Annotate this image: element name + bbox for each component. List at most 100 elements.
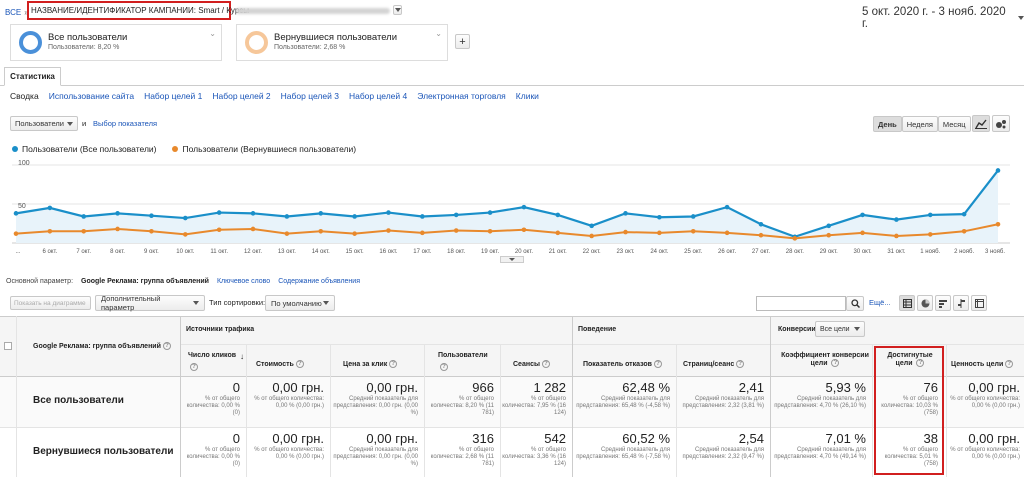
data-point[interactable] xyxy=(81,214,87,219)
help-icon[interactable]: ? xyxy=(736,360,745,368)
comparison-view-button[interactable] xyxy=(953,295,969,311)
col-header-sessions[interactable]: Сеансы? xyxy=(513,360,550,368)
data-point[interactable] xyxy=(961,229,967,234)
data-point[interactable] xyxy=(521,227,527,233)
secondary-dimension-select[interactable]: Дополнительный параметр xyxy=(95,294,205,312)
data-point[interactable] xyxy=(47,205,53,211)
data-point[interactable] xyxy=(183,232,188,237)
data-point[interactable] xyxy=(589,233,594,239)
sub-tab-summary[interactable]: Сводка xyxy=(10,91,39,101)
data-point[interactable] xyxy=(115,226,120,232)
sub-tab-site-usage[interactable]: Использование сайта xyxy=(49,91,134,101)
data-point[interactable] xyxy=(521,204,527,210)
data-point[interactable] xyxy=(453,212,459,218)
col-header-cpc[interactable]: Цена за клик? xyxy=(343,360,398,368)
row-label-returning-users[interactable]: Вернувшиеся пользователи xyxy=(33,446,174,457)
help-icon[interactable]: ? xyxy=(295,360,304,368)
col-header-goal-value[interactable]: Ценность цели? xyxy=(951,360,1014,368)
data-point[interactable] xyxy=(487,229,493,234)
data-point[interactable] xyxy=(250,226,256,232)
data-point[interactable] xyxy=(420,214,425,219)
pivot-view-button[interactable] xyxy=(971,295,987,311)
help-icon[interactable]: ? xyxy=(440,363,448,371)
data-point[interactable] xyxy=(826,232,831,238)
data-point[interactable] xyxy=(623,229,628,235)
data-point[interactable] xyxy=(690,229,696,234)
data-point[interactable] xyxy=(589,223,594,229)
data-point[interactable] xyxy=(555,212,561,218)
col-header-bounce-rate[interactable]: Показатель отказов? xyxy=(583,360,662,368)
sub-tab-clicks[interactable]: Клики xyxy=(516,91,539,101)
more-link[interactable]: Ещё... xyxy=(869,298,891,307)
search-button[interactable] xyxy=(846,296,864,311)
line-chart-toggle[interactable] xyxy=(972,115,990,132)
help-icon[interactable]: ? xyxy=(1005,360,1014,368)
data-point[interactable] xyxy=(386,228,391,233)
data-point[interactable] xyxy=(420,230,425,236)
data-point[interactable] xyxy=(894,217,899,222)
help-icon[interactable]: ? xyxy=(541,360,550,368)
data-point[interactable] xyxy=(961,211,967,217)
segment-card-returning-users[interactable]: Вернувшиеся пользователи Пользователи: 2… xyxy=(236,24,448,61)
col-header-cost[interactable]: Стоимость? xyxy=(256,360,304,368)
chart-resize-handle[interactable] xyxy=(500,256,524,263)
data-point[interactable] xyxy=(758,232,764,238)
col-header-conversion-rate[interactable]: Коэффициент конверсии цели ? xyxy=(780,352,870,367)
data-point[interactable] xyxy=(250,211,256,216)
motion-chart-toggle[interactable] xyxy=(992,115,1010,132)
data-point[interactable] xyxy=(724,230,730,236)
sub-tab-ecommerce[interactable]: Электронная торговля xyxy=(417,91,506,101)
data-point[interactable] xyxy=(690,214,696,219)
dimension-header[interactable]: Google Реклама: группа объявлений? xyxy=(33,342,171,350)
data-point[interactable] xyxy=(284,214,290,219)
sub-tab-goals-2[interactable]: Набор целей 2 xyxy=(212,91,270,101)
help-icon[interactable]: ? xyxy=(190,363,198,371)
sub-tab-goals-3[interactable]: Набор целей 3 xyxy=(281,91,339,101)
add-segment-button[interactable]: + xyxy=(455,34,470,49)
sort-type-select[interactable]: По умолчанию xyxy=(265,295,335,311)
granularity-day-button[interactable]: День xyxy=(873,116,902,132)
help-icon[interactable]: ? xyxy=(162,342,171,350)
data-point[interactable] xyxy=(657,230,662,236)
data-point[interactable] xyxy=(623,211,628,216)
select-all-checkbox[interactable] xyxy=(4,342,12,350)
data-point[interactable] xyxy=(318,229,324,234)
col-header-pages-per-session[interactable]: Страниц/сеанс? xyxy=(683,360,745,368)
sub-tab-goals-1[interactable]: Набор целей 1 xyxy=(144,91,202,101)
date-range-picker[interactable]: 5 окт. 2020 г. - 3 нояб. 2020 г. xyxy=(862,6,1024,30)
help-icon[interactable]: ? xyxy=(389,360,398,368)
data-point[interactable] xyxy=(995,168,1001,173)
dimension-keyword-link[interactable]: Ключевое слово xyxy=(217,278,270,285)
data-point[interactable] xyxy=(453,228,459,233)
help-icon[interactable]: ? xyxy=(653,360,662,368)
help-icon[interactable]: ? xyxy=(831,359,840,367)
data-point[interactable] xyxy=(47,229,53,234)
metric-select[interactable]: Пользователи xyxy=(10,116,78,131)
table-view-button[interactable] xyxy=(899,295,915,311)
data-point[interactable] xyxy=(216,227,222,233)
data-point[interactable] xyxy=(352,214,357,219)
data-point[interactable] xyxy=(13,231,19,236)
data-point[interactable] xyxy=(13,211,19,216)
data-point[interactable] xyxy=(149,229,154,234)
sub-tab-goals-4[interactable]: Набор целей 4 xyxy=(349,91,407,101)
data-point[interactable] xyxy=(487,210,493,215)
data-point[interactable] xyxy=(995,221,1001,227)
chevron-down-icon[interactable]: ⌄ xyxy=(209,29,216,38)
data-point[interactable] xyxy=(115,211,120,216)
tab-statistics[interactable]: Статистика xyxy=(4,67,61,86)
col-header-clicks[interactable]: Число кликов ↓ ? xyxy=(188,352,246,371)
data-point[interactable] xyxy=(927,212,933,218)
data-point[interactable] xyxy=(826,223,831,229)
pie-view-button[interactable] xyxy=(917,295,933,311)
data-point[interactable] xyxy=(149,213,154,218)
data-point[interactable] xyxy=(216,210,222,215)
performance-view-button[interactable] xyxy=(935,295,951,311)
show-on-chart-button[interactable]: Показать на диаграмме xyxy=(10,296,91,310)
data-point[interactable] xyxy=(555,230,561,236)
choose-metric-link[interactable]: Выбор показателя xyxy=(93,119,157,128)
dimension-ad-content-link[interactable]: Содержание объявления xyxy=(278,278,360,285)
data-point[interactable] xyxy=(284,231,290,236)
table-search-input[interactable] xyxy=(756,296,846,311)
data-point[interactable] xyxy=(860,212,865,218)
